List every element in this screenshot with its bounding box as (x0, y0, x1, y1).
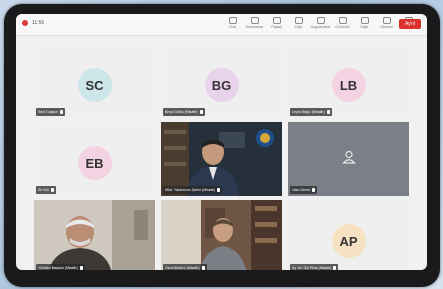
participant-name: Birsa Gülüş (Misafir) (163, 108, 205, 116)
tool-share[interactable]: Paylaş (268, 17, 285, 29)
participant-name: Okul Müdürü (Misafir) (163, 264, 207, 270)
record-icon (294, 17, 303, 24)
tool-more[interactable]: Diğer (356, 17, 373, 29)
participant-tile[interactable]: EB Eb Bür (34, 122, 155, 196)
participant-name-text: Ulan Demir (292, 188, 310, 192)
toolbar-left: 11:56 (22, 20, 44, 26)
meeting-time: 11:56 (32, 20, 45, 26)
people-icon (250, 17, 259, 24)
participant-tile[interactable]: LB Leyla Bağcı (Misafir) (288, 44, 409, 118)
participant-tile[interactable]: Okul Müdürü (Misafir) (161, 200, 282, 270)
tool-chat[interactable]: Chat (224, 17, 241, 29)
participant-grid: SC Sezi Coşkun BG Birsa Gülüş (Misafir) … (16, 36, 427, 270)
more-icon (360, 17, 369, 24)
participant-tile[interactable]: AP Ay. Dr. Gül Pirat (Misafir) (288, 200, 409, 270)
apps-icon (316, 17, 325, 24)
participant-name-text: Sezi Coşkun (38, 110, 59, 114)
meeting-window: 11:56 Chat Katılımcılar Paylaş Kayıt Uyg… (16, 14, 427, 270)
mic-icon (60, 110, 64, 115)
share-icon (272, 17, 281, 24)
participant-name-text: Leyla Bağcı (Misafir) (292, 110, 325, 114)
leave-button[interactable]: Ayrıl (399, 19, 421, 29)
mic-icon (199, 110, 203, 115)
participant-name-text: Yönetici Başkan (Misafir) (38, 266, 78, 270)
avatar: LB (331, 68, 366, 102)
participant-name: Ulan Demir (290, 186, 317, 194)
avatar: SC (77, 68, 112, 102)
mic-icon (201, 266, 205, 270)
participant-name: Ay. Dr. Gül Pirat (Misafir) (290, 264, 339, 270)
participant-name: Yönetici Başkan (Misafir) (36, 264, 85, 270)
avatar: BG (204, 68, 239, 102)
tool-devices[interactable]: Cihazlar (378, 17, 395, 29)
user-camera-off-icon (341, 150, 356, 164)
participant-video (34, 200, 155, 270)
participant-name-text: Ay. Dr. Gül Pirat (Misafir) (292, 266, 332, 270)
devices-icon (382, 17, 391, 24)
avatar: AP (331, 224, 366, 258)
participant-name-text: Eb Bür (38, 188, 49, 192)
participant-name: Müd. Yardımcısı Şahin (Misafir) (163, 186, 222, 194)
mic-icon (79, 266, 83, 270)
participant-name: Leyla Bağcı (Misafir) (290, 108, 332, 116)
participant-name-text: Müd. Yardımcısı Şahin (Misafir) (165, 188, 215, 192)
tool-apps[interactable]: Uygulamalar (311, 17, 330, 29)
view-icon (338, 17, 347, 24)
mic-icon (51, 188, 54, 193)
mic-icon (311, 188, 315, 193)
participant-tile[interactable]: Yönetici Başkan (Misafir) (34, 200, 155, 270)
mic-icon (326, 110, 330, 115)
recording-dot-icon (22, 20, 28, 26)
participant-tile[interactable]: Ulan Demir (288, 122, 409, 196)
chat-icon (228, 17, 237, 24)
participant-tile[interactable]: Müd. Yardımcısı Şahin (Misafir) (161, 122, 282, 196)
mic-icon (333, 266, 337, 270)
avatar: EB (77, 146, 112, 180)
meeting-toolbar: 11:56 Chat Katılımcılar Paylaş Kayıt Uyg… (16, 14, 427, 36)
participant-name-text: Birsa Gülüş (Misafir) (165, 110, 198, 114)
participant-tile[interactable]: BG Birsa Gülüş (Misafir) (161, 44, 282, 118)
mic-icon (217, 188, 220, 193)
tool-record[interactable]: Kayıt (290, 17, 307, 29)
participant-name: Sezi Coşkun (36, 108, 66, 116)
participant-name: Eb Bür (36, 186, 56, 194)
tool-participants[interactable]: Katılımcılar (246, 17, 263, 29)
participant-video (161, 200, 282, 270)
participant-video (161, 122, 282, 196)
tool-view[interactable]: Görünüm (334, 17, 351, 29)
participant-name-text: Okul Müdürü (Misafir) (165, 266, 200, 270)
participant-tile[interactable]: SC Sezi Coşkun (34, 44, 155, 118)
toolbar-tools: Chat Katılımcılar Paylaş Kayıt Uygulamal… (224, 17, 417, 29)
